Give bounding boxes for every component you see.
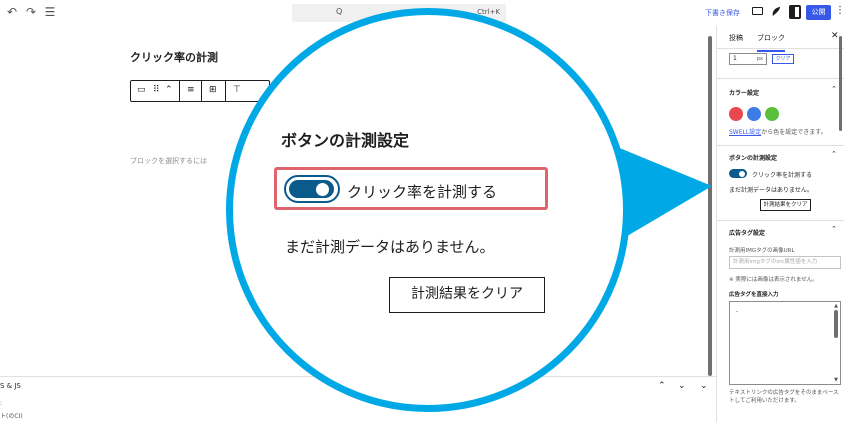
direct-tag-label: 広告タグを直接入力: [729, 292, 779, 298]
align-icon[interactable]: ≡: [187, 85, 195, 95]
sidebar-scrollbar[interactable]: [839, 36, 842, 131]
meta-sub-text: ト(のCI): [0, 413, 23, 420]
color-swatch-green[interactable]: [765, 107, 779, 121]
magnified-toggle-label: クリック率を計測する: [347, 183, 498, 201]
close-icon[interactable]: ✕: [831, 31, 839, 41]
publish-button[interactable]: 公開: [806, 5, 831, 20]
ad-tag-textarea[interactable]: - ▲ ▼: [729, 301, 841, 385]
color-section-title[interactable]: カラー設定: [729, 88, 759, 97]
preview-icon[interactable]: [752, 7, 763, 15]
color-swatch-red[interactable]: [729, 107, 743, 121]
measure-toggle-label: クリック率を計測する: [752, 172, 813, 179]
more-options-icon[interactable]: ⋮: [835, 5, 844, 16]
divider: [717, 48, 844, 49]
block-toolbar: ▭ ⠿ ⌃ ≡ ⊞ ⊤: [130, 80, 270, 102]
drag-handle-icon[interactable]: ⠿: [153, 85, 160, 95]
clear-results-button[interactable]: 計測結果をクリア: [760, 199, 811, 211]
settings-panel-icon[interactable]: [789, 5, 801, 19]
magnifier-callout: ボタンの計測設定 クリック率を計測する まだ計測データはありません。 計測結果を…: [226, 8, 630, 412]
textarea-value: -: [736, 308, 739, 315]
swell-settings-note: SWELL設定から色を設定できます。: [729, 127, 827, 136]
measure-toggle[interactable]: [729, 169, 747, 178]
move-icon[interactable]: ⌃: [165, 85, 173, 95]
grid-icon[interactable]: ⊞: [209, 85, 217, 95]
command-search-icon: Q: [336, 7, 343, 16]
number-input[interactable]: 1 px: [729, 53, 767, 65]
chevron-up-icon[interactable]: ⌃: [831, 150, 837, 158]
toolbar-divider: [179, 81, 180, 101]
redo-icon[interactable]: ↷: [24, 5, 38, 19]
divider: [717, 220, 844, 221]
divider: [717, 78, 844, 79]
scroll-up-icon[interactable]: ▲: [834, 303, 838, 309]
meta-sub-text: :: [0, 400, 3, 407]
imp-url-input[interactable]: 計測用imgタグのsrc属性値を入力: [729, 256, 841, 269]
collapse-icon[interactable]: ⌄: [700, 381, 708, 391]
number-unit: px: [756, 56, 763, 62]
magnified-section-title: ボタンの計測設定: [281, 131, 410, 150]
clear-value-button[interactable]: クリア: [772, 54, 794, 64]
format-icon[interactable]: ⊤: [233, 85, 241, 95]
save-draft-button[interactable]: 下書き保存: [705, 8, 740, 18]
toolbar-divider: [225, 81, 226, 101]
number-value: 1: [733, 55, 737, 62]
textarea-scrollbar[interactable]: [834, 310, 838, 338]
toggle-knob: [316, 183, 329, 196]
ad-tag-note: テキストリンクの広告タグをそのままペーストしてご利用いただけます。: [729, 390, 839, 404]
magnified-clear-results-button[interactable]: 計測結果をクリア: [389, 277, 545, 313]
chevron-up-icon[interactable]: ⌃: [831, 85, 837, 93]
undo-icon[interactable]: ↶: [5, 5, 19, 19]
list-view-icon[interactable]: ☰: [43, 5, 57, 19]
magnified-measure-toggle[interactable]: [284, 175, 340, 203]
meta-panel-title[interactable]: S & JS: [0, 382, 21, 390]
color-swatch-blue[interactable]: [747, 107, 761, 121]
tab-block[interactable]: ブロック: [757, 33, 785, 52]
scroll-down-icon[interactable]: ▼: [834, 377, 838, 383]
settings-sidebar: 投稿 ブロック ✕ 1 px クリア カラー設定 ⌃ SWELL設定から色を設定…: [716, 26, 844, 422]
chevron-down-icon[interactable]: ⌄: [678, 381, 686, 391]
block-hint: ブロックを選択するには: [130, 157, 207, 165]
toolbar-divider: [201, 81, 202, 101]
divider: [717, 145, 844, 146]
tab-post[interactable]: 投稿: [729, 33, 743, 43]
block-type-icon[interactable]: ▭: [137, 85, 146, 95]
chevron-up-icon[interactable]: ⌃: [831, 225, 837, 233]
canvas-scrollbar[interactable]: [708, 36, 712, 376]
swell-settings-link[interactable]: SWELL設定: [729, 129, 761, 136]
imp-url-label: 計測用IMGタグの画像URL: [729, 248, 795, 254]
swell-icon[interactable]: [771, 6, 782, 17]
measure-section-title[interactable]: ボタンの計測設定: [729, 153, 777, 162]
no-data-text: まだ計測データはありません。: [729, 187, 813, 194]
editor-heading[interactable]: クリック率の計測: [130, 49, 218, 65]
ad-section-title[interactable]: 広告タグ設定: [729, 228, 765, 237]
editor-page: ↶ ↷ ☰ Q Ctrl+K 下書き保存 公開 ⋮ クリック率の計測 ▭ ⠿ ⌃…: [0, 0, 844, 422]
magnified-no-data-text: まだ計測データはありません。: [285, 238, 495, 256]
swell-settings-suffix: から色を設定できます。: [761, 129, 827, 136]
imp-url-note: ※ 実際には画像は表示されません。: [729, 277, 818, 283]
chevron-up-icon[interactable]: ⌃: [658, 381, 666, 391]
